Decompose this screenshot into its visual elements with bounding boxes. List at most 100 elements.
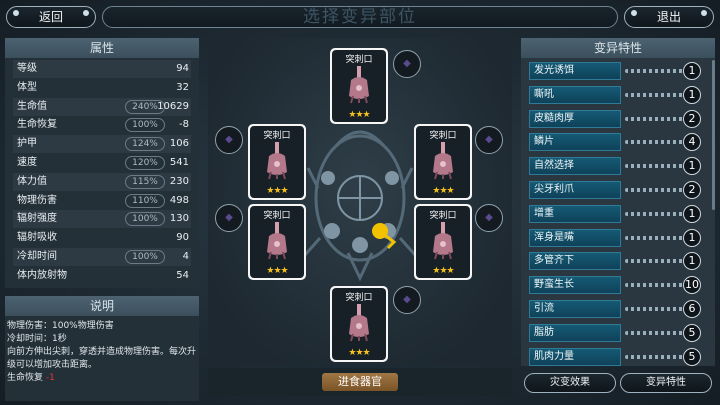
mutation-gem-icon: ◆ — [485, 212, 493, 223]
trait-name: 野蛮生长 — [529, 276, 621, 295]
attribute-row: 冷却时间 100% 4 — [13, 248, 191, 266]
organ-card-body: 突刺口 ★★★ — [416, 206, 470, 278]
attribute-label: 护甲 — [17, 138, 37, 150]
attribute-percent-badge: 100% — [125, 212, 165, 227]
trait-row[interactable]: 多管齐下 1 — [529, 252, 701, 271]
trait-level-badge: 4 — [683, 133, 701, 152]
mutation-slot-button[interactable]: ◆ — [215, 204, 243, 232]
trait-level-badge: 2 — [683, 109, 701, 128]
attribute-percent-badge: 100% — [125, 250, 165, 264]
trait-progress-dots — [625, 211, 685, 216]
trait-row[interactable]: 尖牙利爪 2 — [529, 181, 701, 199]
attribute-label: 体型 — [17, 81, 37, 93]
attribute-percent-badge: 115% — [125, 174, 165, 189]
trait-progress-dots — [625, 69, 685, 73]
spike-mouth-icon — [349, 66, 369, 104]
organ-card[interactable]: 突刺口 ★★★ — [248, 204, 306, 280]
attributes-header: 属性 — [5, 38, 199, 58]
attribute-row: 体型 32 — [13, 79, 191, 97]
trait-name: 鳞片 — [529, 133, 621, 152]
trait-progress-dots — [625, 92, 685, 97]
organ-card-title: 突刺口 — [429, 211, 457, 221]
back-button[interactable]: 返回 — [6, 6, 96, 28]
mutation-slot-button[interactable]: ◆ — [393, 286, 421, 314]
attribute-label: 等级 — [17, 63, 37, 74]
organ-card-stars: ★★★ — [348, 348, 370, 358]
trait-progress-dots — [625, 188, 685, 192]
organ-card-title: 突刺口 — [263, 131, 291, 141]
trait-level-badge: 1 — [683, 62, 701, 80]
trait-level-badge: 5 — [683, 323, 701, 342]
mutation-slot-button[interactable]: ◆ — [475, 126, 503, 154]
attribute-row: 辐射强度 100% 130 — [13, 210, 191, 229]
traits-scrollbar[interactable] — [712, 60, 715, 210]
organ-card[interactable]: 突刺口 ★★★ — [414, 204, 472, 280]
attribute-label: 生命值 — [17, 100, 47, 112]
trait-name: 增重 — [529, 204, 621, 223]
trait-name: 脂肪 — [529, 323, 621, 342]
trait-level-badge: 6 — [683, 300, 701, 318]
attributes-panel: 属性 等级 94 体型 32 生命值 240% 10629 生命恢复 100% -8 护甲 124% 1… — [5, 38, 199, 288]
trait-name: 多管齐下 — [529, 252, 621, 271]
trait-row[interactable]: 皮糙肉厚 2 — [529, 109, 701, 128]
attribute-row: 生命值 240% 10629 — [13, 97, 191, 116]
trait-row[interactable]: 肌肉力量 5 — [529, 347, 701, 366]
trait-row[interactable]: 增重 1 — [529, 204, 701, 223]
page-title: 选择变异部位 — [102, 6, 618, 28]
organ-card[interactable]: 突刺口 ★★★ — [248, 124, 306, 200]
description-panel: 说明 物理伤害：100%物理伤害 冷却时间：1秒 向前方伸出尖刺，穿透并造成物理… — [5, 296, 199, 401]
spike-mouth-icon — [433, 222, 453, 260]
attribute-label: 辐射吸收 — [17, 232, 57, 244]
attribute-percent-badge: 120% — [125, 156, 165, 170]
trait-row[interactable]: 嘶吼 1 — [529, 85, 701, 104]
feed-organ-button[interactable]: 进食器官 — [322, 373, 398, 391]
attribute-value: 106 — [169, 138, 189, 150]
attribute-value: 90 — [176, 232, 189, 244]
description-header: 说明 — [5, 296, 199, 316]
organ-card-title: 突刺口 — [263, 211, 291, 221]
trait-name: 发光诱饵 — [529, 62, 621, 80]
description-stat-label: 生命恢复 — [7, 373, 44, 383]
attribute-row: 等级 94 — [13, 60, 191, 78]
attribute-percent-badge: 110% — [125, 193, 165, 208]
trait-progress-dots — [625, 330, 685, 335]
organ-card[interactable]: 突刺口 ★★★ — [330, 48, 388, 124]
trait-row[interactable]: 脂肪 5 — [529, 323, 701, 342]
organ-card[interactable]: 突刺口 ★★★ — [414, 124, 472, 200]
spike-mouth-icon — [267, 142, 287, 180]
description-line: 生命恢复 -1 — [7, 372, 197, 385]
disaster-effects-button[interactable]: 灾变效果 — [524, 373, 616, 393]
attribute-value: 54 — [176, 269, 189, 281]
attribute-label: 物理伤害 — [17, 194, 57, 206]
attribute-value: 32 — [176, 81, 189, 93]
organ-card-body: 突刺口 ★★★ — [416, 126, 470, 198]
mutation-slot-button[interactable]: ◆ — [475, 204, 503, 232]
mutation-slot-button[interactable]: ◆ — [215, 126, 243, 154]
trait-progress-dots — [625, 259, 685, 264]
trait-row[interactable]: 野蛮生长 10 — [529, 276, 701, 295]
trait-row[interactable]: 自然选择 1 — [529, 157, 701, 176]
organ-card-stars: ★★★ — [348, 110, 370, 120]
exit-label: 退出 — [656, 10, 681, 24]
trait-progress-dots — [625, 354, 685, 359]
trait-row[interactable]: 发光诱饵 1 — [529, 62, 701, 80]
attribute-value: 4 — [182, 251, 189, 262]
description-line: 向前方伸出尖刺，穿透并造成物理伤害。每次升级可以增加攻击距离。 — [7, 347, 197, 370]
spike-mouth-icon — [267, 222, 287, 260]
mutation-traits-button[interactable]: 变异特性 — [620, 373, 712, 393]
attribute-label: 速度 — [17, 157, 37, 168]
mutation-gem-icon: ◆ — [225, 212, 233, 223]
trait-progress-dots — [625, 307, 685, 311]
exit-button[interactable]: 退出 — [624, 6, 714, 28]
trait-row[interactable]: 浑身是嘴 1 — [529, 228, 701, 247]
trait-row[interactable]: 鳞片 4 — [529, 133, 701, 152]
trait-progress-dots — [625, 235, 685, 240]
traits-header: 变异特性 — [521, 38, 715, 58]
trait-name: 尖牙利爪 — [529, 181, 621, 199]
organ-card[interactable]: 突刺口 ★★★ — [330, 286, 388, 362]
organ-card-body: 突刺口 ★★★ — [250, 206, 304, 278]
trait-name: 嘶吼 — [529, 85, 621, 104]
attribute-row: 体内放射物 54 — [13, 267, 191, 285]
trait-row[interactable]: 引流 6 — [529, 300, 701, 318]
mutation-slot-button[interactable]: ◆ — [393, 50, 421, 78]
